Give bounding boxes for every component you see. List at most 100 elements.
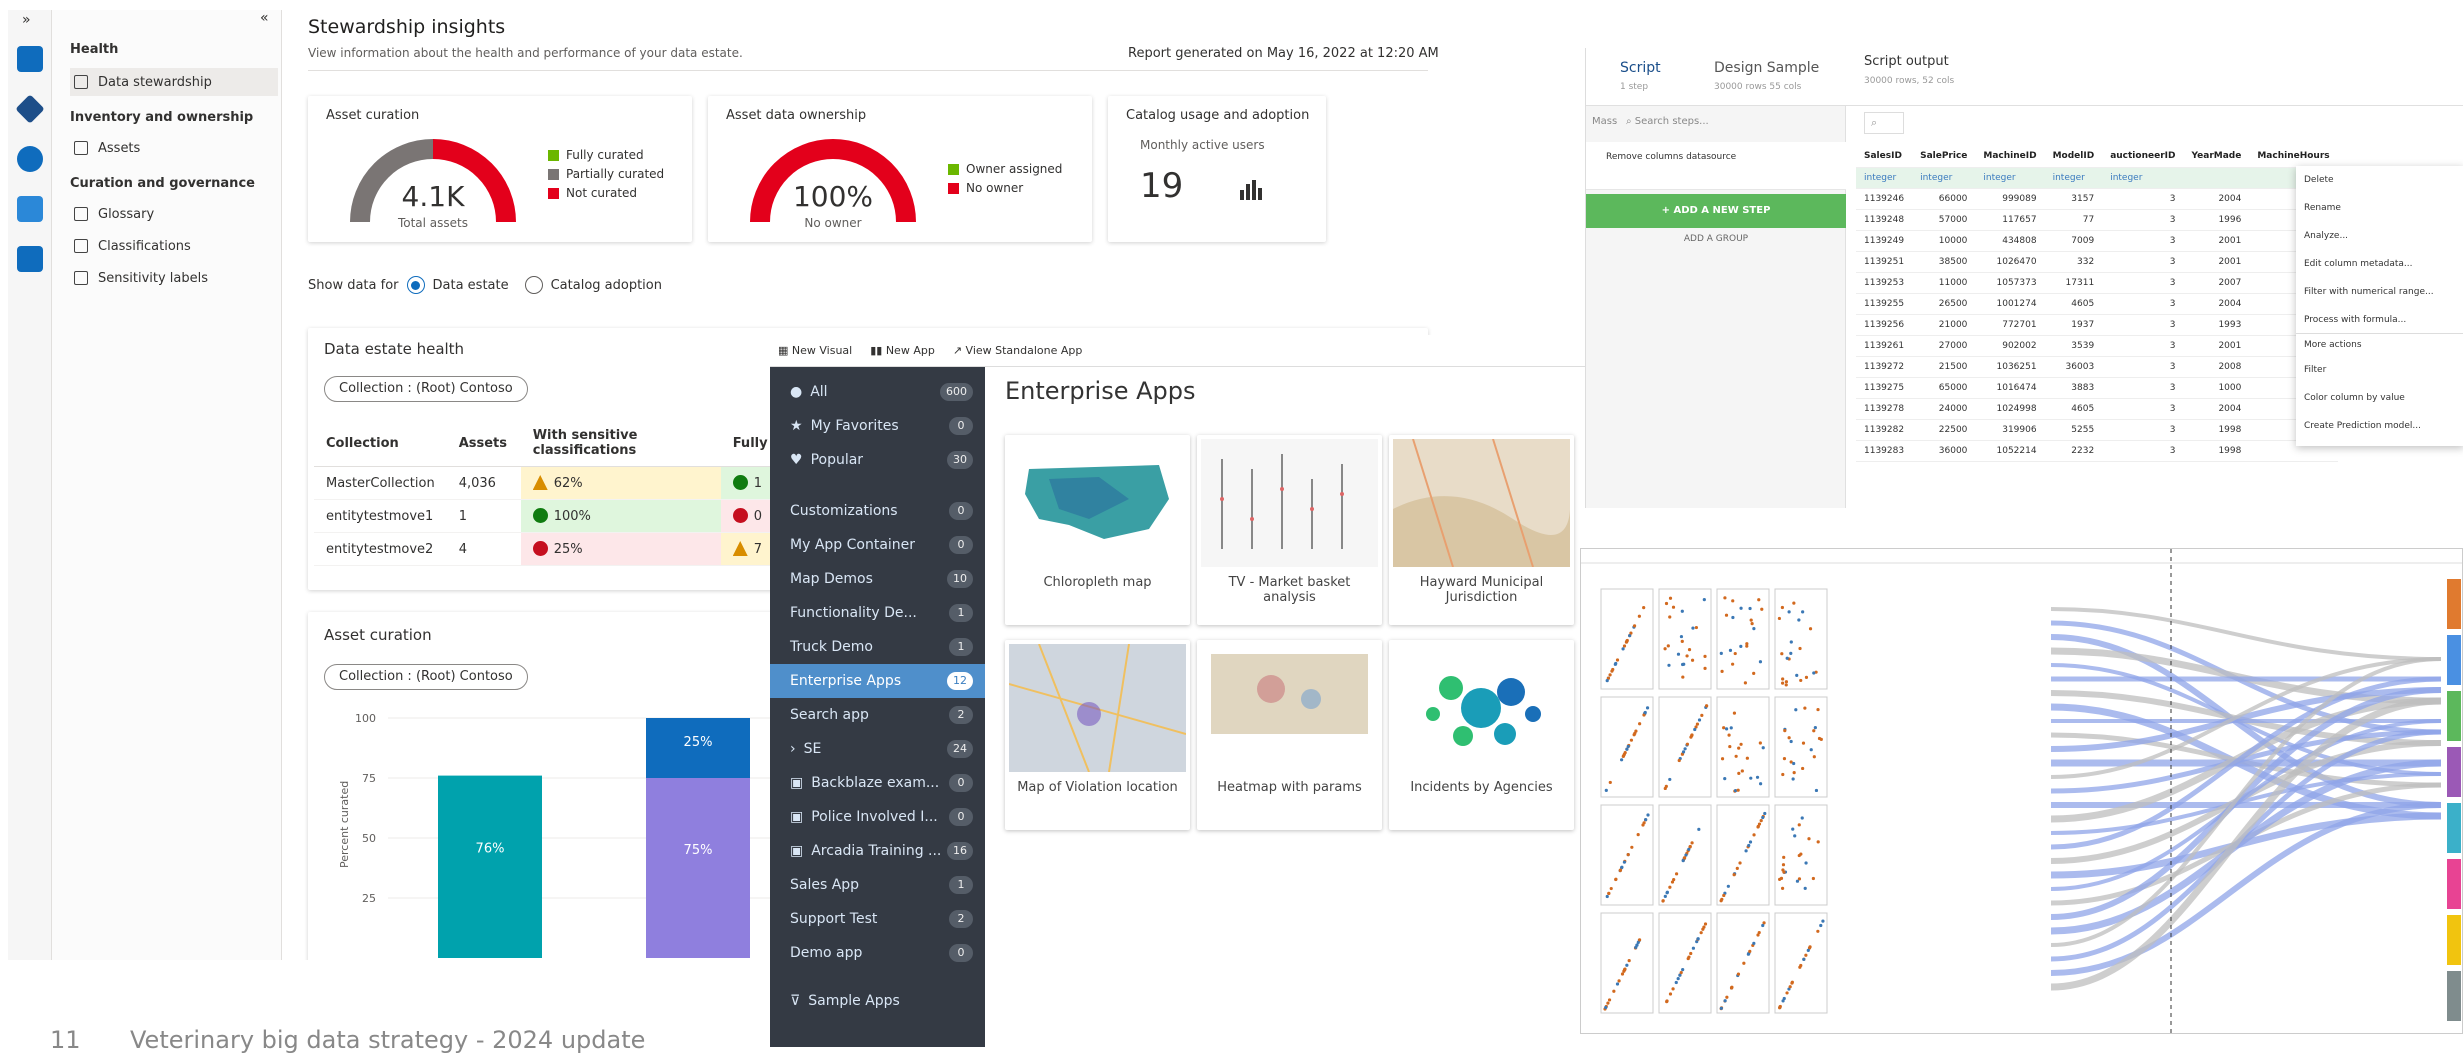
view-standalone-button[interactable]: ↗ View Standalone App: [953, 344, 1083, 357]
search-steps-input[interactable]: ⌕ Search steps...: [1626, 116, 1709, 127]
table-row[interactable]: entitytestmove2 4 25% 7: [314, 532, 801, 566]
grid-column-header[interactable]: SalesID: [1856, 146, 1913, 168]
app-tile[interactable]: Chloropleth map: [1005, 435, 1190, 625]
grid-row[interactable]: 1139272 21500 1036251 36003 3 2008: [1856, 356, 2338, 378]
data-map-icon[interactable]: [17, 46, 43, 72]
app-category-3[interactable]: Customizations 0: [770, 494, 985, 528]
grid-cell: 1998: [2183, 440, 2250, 462]
grid-column-header[interactable]: MachineID: [1975, 146, 2045, 168]
ownership-card[interactable]: Asset data ownership 100% No owner Owner…: [708, 96, 1092, 242]
mass-filter[interactable]: Mass: [1592, 116, 1617, 127]
grid-column-header[interactable]: ModelID: [2044, 146, 2103, 168]
grid-row[interactable]: 1139251 38500 1026470 332 3 2001: [1856, 251, 2338, 273]
scatter-point: [1737, 746, 1741, 750]
scatter-point: [1739, 606, 1743, 610]
column-header[interactable]: Collection: [314, 420, 447, 467]
nav-item-data-stewardship[interactable]: Data stewardship: [70, 68, 278, 96]
column-header[interactable]: Assets: [446, 420, 521, 467]
context-menu-item[interactable]: Filter: [2296, 356, 2463, 384]
grid-row[interactable]: 1139283 36000 1052214 2232 3 1998: [1856, 440, 2338, 462]
context-menu-item[interactable]: Edit column metadata...: [2296, 250, 2463, 278]
grid-row[interactable]: 1139278 24000 1024998 4605 3 2004: [1856, 398, 2338, 420]
grid-row[interactable]: 1139261 27000 902002 3539 3 2001: [1856, 335, 2338, 357]
app-category-12[interactable]: ▣ Police Involved I... 0: [770, 800, 985, 834]
app-tile[interactable]: Heatmap with params: [1197, 640, 1382, 830]
add-group-button[interactable]: ADD A GROUP: [1586, 234, 1846, 244]
app-category-7[interactable]: Truck Demo 1: [770, 630, 985, 664]
insights-icon[interactable]: [17, 146, 43, 172]
grid-row[interactable]: 1139275 65000 1016474 3883 3 1000: [1856, 377, 2338, 399]
app-category-8[interactable]: Enterprise Apps 12: [770, 664, 985, 698]
app-category-6[interactable]: Functionality De... 1: [770, 596, 985, 630]
radio-data-estate[interactable]: [406, 276, 425, 294]
context-menu-item[interactable]: Create Prediction model...: [2296, 412, 2463, 440]
new-app-button[interactable]: ▮▮ New App: [870, 344, 935, 357]
tab-script[interactable]: Script: [1620, 60, 1661, 76]
expand-icon[interactable]: »: [22, 12, 31, 28]
grid-row[interactable]: 1139282 22500 319906 5255 3 1998: [1856, 419, 2338, 441]
app-category-11[interactable]: ▣ Backblaze exam... 0: [770, 766, 985, 800]
app-category-14[interactable]: Sales App 1: [770, 868, 985, 902]
collapse-icon[interactable]: «: [260, 10, 269, 26]
app-category-17[interactable]: ⊽ Sample Apps: [770, 984, 985, 1018]
catalog-icon[interactable]: [15, 94, 45, 124]
context-menu-item[interactable]: More actions: [2296, 334, 2463, 356]
add-step-button[interactable]: + ADD A NEW STEP: [1586, 194, 1846, 228]
management-icon[interactable]: [17, 246, 43, 272]
collection-filter[interactable]: Collection : (Root) Contoso: [324, 376, 528, 402]
app-category-13[interactable]: ▣ Arcadia Training ... 16: [770, 834, 985, 868]
app-category-16[interactable]: Demo app 0: [770, 936, 985, 970]
app-category-5[interactable]: Map Demos 10: [770, 562, 985, 596]
scatter-point: [1679, 634, 1684, 639]
app-category-9[interactable]: Search app 2: [770, 698, 985, 732]
grid-row[interactable]: 1139248 57000 117657 77 3 1996: [1856, 209, 2338, 231]
new-visual-button[interactable]: ▦ New Visual: [778, 344, 852, 357]
asset-curation-card[interactable]: Asset curation 4.1K Total assets Fully c…: [308, 96, 692, 242]
y-tick-label: 75: [362, 772, 376, 785]
context-menu-item[interactable]: Color column by value: [2296, 384, 2463, 412]
grid-column-header[interactable]: auctioneerID: [2102, 146, 2184, 168]
nav-item-sensitivity-labels[interactable]: Sensitivity labels: [70, 264, 278, 292]
grid-row[interactable]: 1139253 11000 1057373 17311 3 2007: [1856, 272, 2338, 294]
app-category-0[interactable]: ● All 600: [770, 375, 985, 409]
context-menu-item[interactable]: Analyze...: [2296, 222, 2463, 250]
nav-item-assets[interactable]: Assets: [70, 134, 278, 162]
collection-filter[interactable]: Collection : (Root) Contoso: [324, 664, 528, 690]
app-category-4[interactable]: My App Container 0: [770, 528, 985, 562]
scatter-point: [1795, 879, 1800, 883]
context-menu-item[interactable]: Rename: [2296, 194, 2463, 222]
grid-column-header[interactable]: SalePrice: [1912, 146, 1976, 168]
nav-item-glossary[interactable]: Glossary: [70, 200, 278, 228]
app-category-2[interactable]: ♥ Popular 30: [770, 443, 985, 477]
grid-row[interactable]: 1139249 10000 434808 7009 3 2001: [1856, 230, 2338, 252]
catalog-card[interactable]: Catalog usage and adoption Monthly activ…: [1108, 96, 1326, 242]
column-header[interactable]: With sensitive classifications: [520, 420, 721, 467]
app-tile[interactable]: Map of Violation location: [1005, 640, 1190, 830]
grid-row[interactable]: 1139246 66000 999089 3157 3 2004: [1856, 188, 2338, 210]
grid-row[interactable]: 1139255 26500 1001274 4605 3 2004: [1856, 293, 2338, 315]
bar-segment[interactable]: [438, 775, 542, 958]
script-step[interactable]: Remove columns datasource: [1586, 142, 1846, 190]
app-category-1[interactable]: ★ My Favorites 0: [770, 409, 985, 443]
nav-item-classifications[interactable]: Classifications: [70, 232, 278, 260]
radio-catalog-adoption[interactable]: [524, 276, 543, 294]
grid-column-header[interactable]: MachineHours: [2249, 146, 2338, 168]
app-tile[interactable]: Incidents by Agencies: [1389, 640, 1574, 830]
app-tile[interactable]: Hayward Municipal Jurisdiction: [1389, 435, 1574, 625]
table-row[interactable]: entitytestmove1 1 100% 0: [314, 499, 801, 533]
app-category-10[interactable]: › SE 24: [770, 732, 985, 766]
app-category-15[interactable]: Support Test 2: [770, 902, 985, 936]
grid-row[interactable]: 1139256 21000 772701 1937 3 1993: [1856, 314, 2338, 336]
policy-icon[interactable]: [17, 196, 43, 222]
table-row[interactable]: MasterCollection 4,036 62% 1: [314, 466, 801, 500]
bar-segment[interactable]: [646, 778, 750, 958]
tab-design-sample[interactable]: Design Sample: [1714, 60, 1819, 76]
scatter-point: [1720, 757, 1725, 761]
scatter-point: [1752, 941, 1756, 945]
context-menu-item[interactable]: Filter with numerical range...: [2296, 278, 2463, 306]
output-search[interactable]: ⌕: [1864, 112, 1904, 134]
context-menu-item[interactable]: Process with formula...: [2296, 306, 2463, 334]
grid-column-header[interactable]: YearMade: [2183, 146, 2250, 168]
app-tile[interactable]: TV - Market basket analysis: [1197, 435, 1382, 625]
context-menu-item[interactable]: Delete: [2296, 166, 2463, 194]
